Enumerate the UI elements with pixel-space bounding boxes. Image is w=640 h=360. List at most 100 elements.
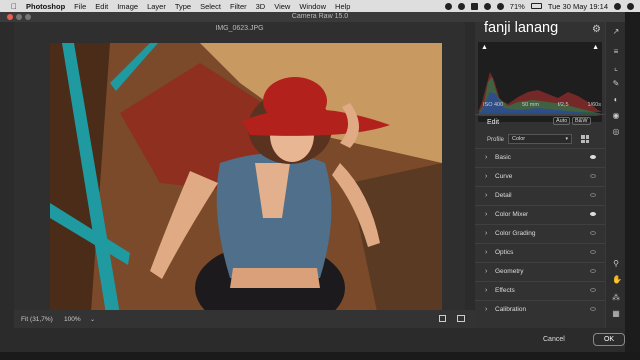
- chevron-right-icon: ›: [485, 192, 488, 199]
- eye-icon[interactable]: [590, 307, 596, 311]
- panel-label: Optics: [495, 249, 514, 256]
- panel-optics[interactable]: › Optics: [475, 243, 605, 262]
- menu-image[interactable]: Image: [117, 2, 138, 11]
- masking-icon[interactable]: ◐: [612, 96, 620, 104]
- dialog-footer: Cancel OK: [14, 328, 625, 352]
- fullscreen-icon[interactable]: ↗: [612, 28, 620, 36]
- watermark-text: fanji lanang: [484, 20, 559, 36]
- panel-color-mixer[interactable]: › Color Mixer: [475, 205, 605, 224]
- edit-header: Edit Auto B&W: [475, 114, 605, 134]
- gear-icon[interactable]: ⚙: [592, 24, 601, 35]
- fit-zoom-button[interactable]: Fit (31,7%): [21, 316, 53, 323]
- chevron-right-icon: ›: [485, 173, 488, 180]
- background-strip: [0, 352, 640, 360]
- chevron-right-icon: ›: [485, 211, 488, 218]
- compare-view-icon[interactable]: [457, 315, 465, 322]
- status-icon[interactable]: [483, 2, 491, 10]
- panel-label: Color Mixer: [495, 211, 529, 218]
- auto-button[interactable]: Auto: [553, 117, 571, 125]
- eye-icon[interactable]: [590, 174, 596, 178]
- highlight-clipping-icon[interactable]: ▲: [592, 44, 599, 51]
- panel-geometry[interactable]: › Geometry: [475, 262, 605, 281]
- eye-icon[interactable]: [590, 231, 596, 235]
- photo-illustration: [50, 43, 442, 326]
- color-sampler-icon[interactable]: ⁂: [612, 294, 620, 302]
- apple-menu-icon[interactable]: : [10, 2, 18, 11]
- menu-3d[interactable]: 3D: [256, 2, 266, 11]
- status-icon[interactable]: [470, 2, 478, 10]
- edit-panel: ▲ ▲ ISO 400 50 mm f/2,5 1/60s Edit Auto …: [475, 22, 605, 328]
- status-icon[interactable]: [457, 2, 465, 10]
- ok-button[interactable]: OK: [593, 333, 625, 346]
- menu-edit[interactable]: Edit: [95, 2, 108, 11]
- menu-type[interactable]: Type: [175, 2, 191, 11]
- histogram: ▲ ▲: [478, 42, 602, 122]
- eye-icon[interactable]: [590, 250, 596, 254]
- menu-layer[interactable]: Layer: [147, 2, 166, 11]
- histogram-graph: [478, 72, 602, 116]
- eye-icon[interactable]: [590, 269, 596, 273]
- edit-sliders-icon[interactable]: ≡: [612, 48, 620, 56]
- profile-value: Color: [512, 136, 526, 142]
- panel-detail[interactable]: › Detail: [475, 186, 605, 205]
- eye-icon[interactable]: [590, 212, 596, 216]
- search-icon[interactable]: [614, 2, 621, 10]
- profile-browser-icon[interactable]: [581, 135, 589, 143]
- profile-select[interactable]: Color ▾: [508, 134, 572, 144]
- battery-icon[interactable]: [530, 3, 542, 9]
- window-title: Camera Raw 15.0: [291, 13, 349, 20]
- chevron-right-icon: ›: [485, 287, 488, 294]
- photo-preview[interactable]: [50, 43, 442, 326]
- shadow-clipping-icon[interactable]: ▲: [481, 44, 488, 51]
- focal-length-value: 50 mm: [522, 102, 539, 108]
- eye-icon[interactable]: [590, 288, 596, 292]
- red-eye-icon[interactable]: ◉: [612, 112, 620, 120]
- menu-window[interactable]: Window: [299, 2, 326, 11]
- healing-icon[interactable]: ✎: [612, 80, 620, 88]
- panel-label: Effects: [495, 287, 515, 294]
- zoom-dropdown-icon[interactable]: ⌄: [90, 316, 95, 323]
- status-icon[interactable]: [444, 2, 452, 10]
- crop-icon[interactable]: ⌞: [612, 64, 620, 72]
- menu-help[interactable]: Help: [335, 2, 350, 11]
- chevron-down-icon: ▾: [565, 136, 568, 142]
- chevron-right-icon: ›: [485, 306, 488, 313]
- before-after-icon[interactable]: [439, 315, 446, 322]
- panel-calibration[interactable]: › Calibration: [475, 300, 605, 319]
- panel-label: Detail: [495, 192, 512, 199]
- camera-info: ISO 400 50 mm f/2,5 1/60s: [483, 102, 601, 108]
- bw-button[interactable]: B&W: [572, 117, 591, 125]
- clock[interactable]: Tue 30 May 19:14: [548, 2, 608, 11]
- zoom-icon[interactable]: ⚲: [612, 260, 620, 268]
- grid-icon[interactable]: ▦: [612, 310, 620, 318]
- menu-filter[interactable]: Filter: [230, 2, 247, 11]
- panel-list: › Basic › Curve › Detail › Color Mixer ›…: [475, 148, 605, 319]
- image-preview-area[interactable]: IMG_0623.JPG: [14, 22, 465, 328]
- cancel-button[interactable]: Cancel: [543, 336, 565, 343]
- image-filename: IMG_0623.JPG: [215, 25, 264, 32]
- panel-label: Geometry: [495, 268, 524, 275]
- menubar:  Photoshop File Edit Image Layer Type S…: [0, 0, 640, 12]
- zoom-100-button[interactable]: 100%: [64, 316, 81, 323]
- wifi-icon[interactable]: [496, 2, 504, 10]
- hand-icon[interactable]: ✋: [612, 276, 622, 284]
- menu-file[interactable]: File: [74, 2, 86, 11]
- profile-label: Profile: [487, 137, 505, 143]
- panel-label: Curve: [495, 173, 513, 180]
- chevron-right-icon: ›: [485, 230, 488, 237]
- panel-curve[interactable]: › Curve: [475, 167, 605, 186]
- panel-color-grading[interactable]: › Color Grading: [475, 224, 605, 243]
- edit-title: Edit: [487, 119, 500, 126]
- panel-effects[interactable]: › Effects: [475, 281, 605, 300]
- app-menu[interactable]: Photoshop: [26, 2, 65, 11]
- aperture-value: f/2,5: [557, 102, 569, 108]
- panel-label: Basic: [495, 154, 511, 161]
- eye-icon[interactable]: [590, 155, 596, 159]
- presets-icon[interactable]: ◎: [612, 128, 620, 136]
- iso-value: ISO 400: [483, 102, 504, 108]
- eye-icon[interactable]: [590, 193, 596, 197]
- panel-basic[interactable]: › Basic: [475, 148, 605, 167]
- menu-select[interactable]: Select: [200, 2, 221, 11]
- menu-icon[interactable]: [627, 2, 634, 10]
- menu-view[interactable]: View: [274, 2, 290, 11]
